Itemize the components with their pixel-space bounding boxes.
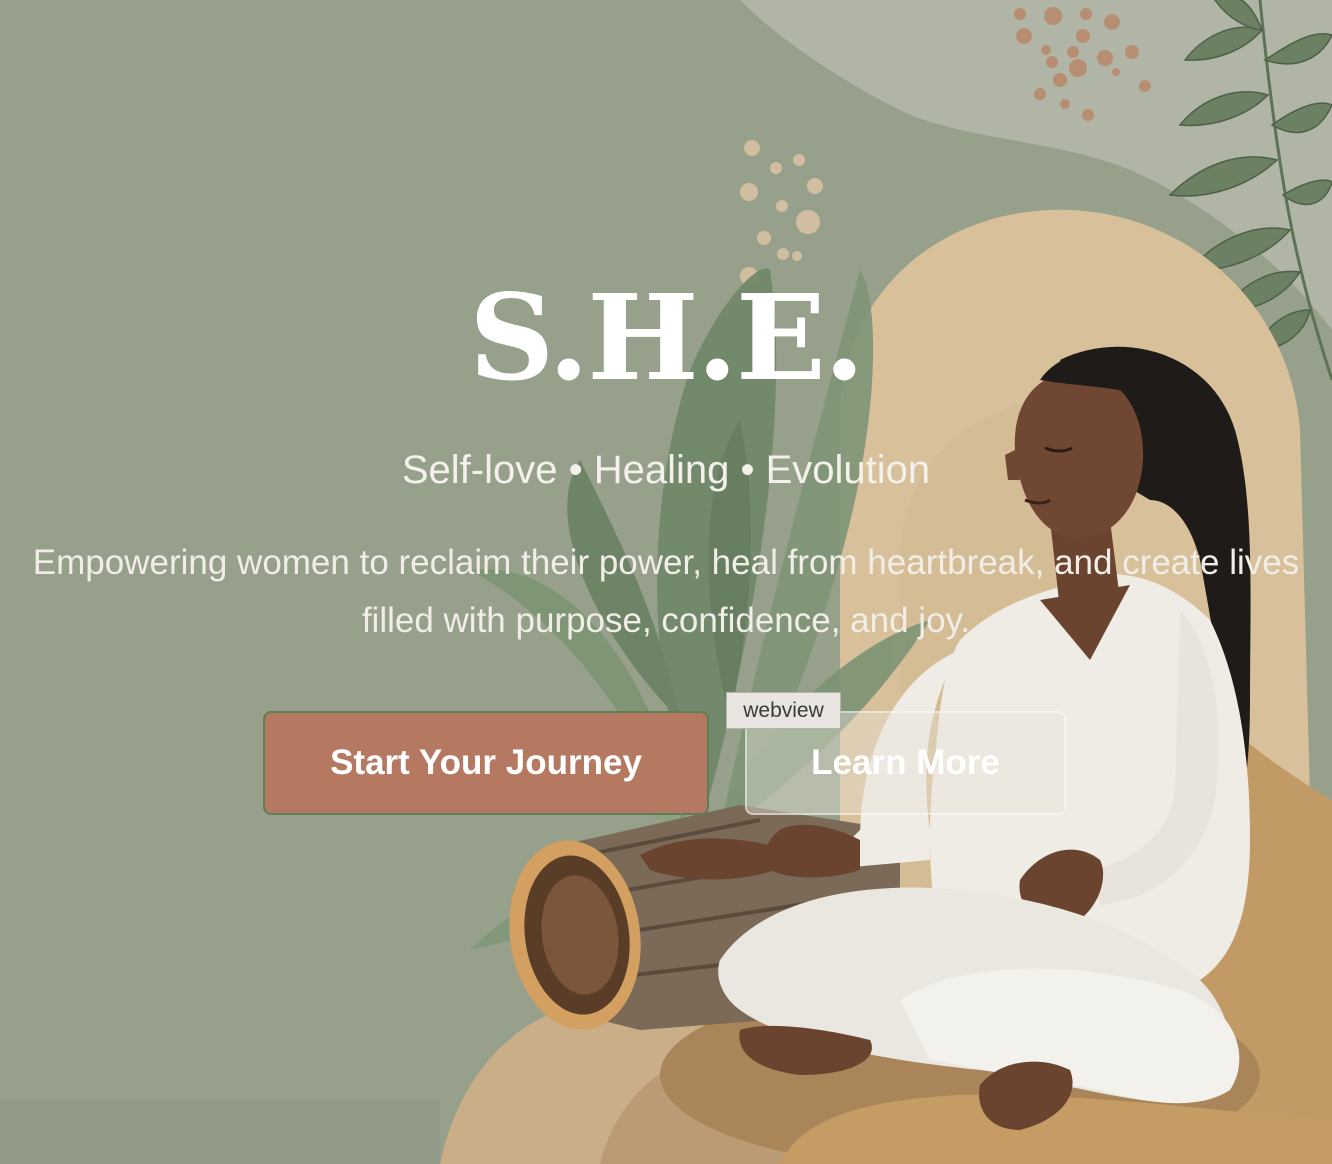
tagline: Self-love • Healing • Evolution: [401, 448, 931, 492]
webview-tooltip: webview: [726, 692, 841, 729]
start-journey-button[interactable]: Start Your Journey: [263, 711, 709, 815]
hero-content: S.H.E. Self-love • Healing • Evolution E…: [0, 0, 1332, 1164]
learn-more-button-label: Learn More: [811, 743, 1000, 782]
brand-title: S.H.E.: [469, 268, 865, 407]
hero-description: Empowering women to reclaim their power,…: [32, 543, 1300, 640]
start-journey-button-label: Start Your Journey: [330, 743, 642, 782]
hero-section: S.H.E. Self-love • Healing • Evolution E…: [0, 0, 1332, 1164]
